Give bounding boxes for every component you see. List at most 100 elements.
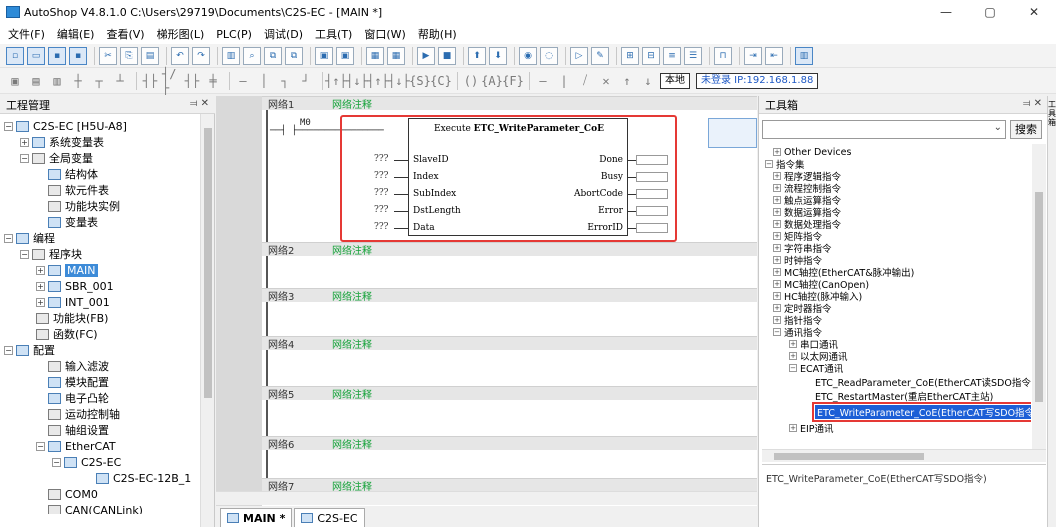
network-comment[interactable]: 网络注释 [332,242,372,257]
tree-item-system-vars[interactable]: + 系统变量表 [20,134,104,150]
vertical-line-icon[interactable]: │ [255,73,273,89]
tree-item-c2s-ec-12b[interactable]: C2S-EC-12B_1 [96,470,191,486]
collapse-icon[interactable]: − [765,160,773,168]
expand-icon[interactable]: + [789,424,797,432]
menu-view[interactable]: 查看(V) [106,26,144,42]
expand-icon[interactable]: + [773,208,781,216]
tree-item-module-config[interactable]: 模块配置 [48,374,109,390]
parallel-closed-icon[interactable]: ╪ [204,73,222,89]
collapse-icon[interactable]: − [773,328,781,336]
device-icon[interactable]: ⊓ [714,46,732,65]
list-icon[interactable]: ☰ [684,46,702,65]
save-all-icon[interactable]: ▪ [69,46,87,65]
left-scrollbar[interactable] [200,114,214,527]
collapse-icon[interactable]: − [4,121,13,131]
search-button[interactable]: 搜索 [1010,119,1042,139]
tree-item-fc[interactable]: 函数(FC) [36,326,98,342]
expand-icon[interactable]: + [773,148,781,156]
network-header[interactable]: 网络7 网络注释 [262,478,757,493]
toolbox-horizontal-scrollbar[interactable] [762,449,1046,462]
normally-open-icon[interactable]: ┤├ [141,73,159,89]
zoom-out-icon[interactable]: ⊟ [642,46,660,65]
stop-monitor-icon[interactable]: ◌ [540,46,558,65]
zoom-in-icon[interactable]: ⊞ [621,46,639,65]
forward-icon[interactable]: ▷ [570,46,588,65]
tree-item-config[interactable]: − 配置 [4,342,55,358]
expand-icon[interactable]: + [789,352,797,360]
scrollbar-thumb[interactable] [774,453,924,460]
tree-item-struct[interactable]: 结构体 [48,166,98,182]
close-button[interactable]: ✕ [1012,0,1056,24]
network-header[interactable]: 网络1 网络注释 [262,96,757,111]
tree-item-input-filter[interactable]: 输入滤波 [48,358,109,374]
tree-item-fb[interactable]: 功能块(FB) [36,310,108,326]
collapse-icon[interactable]: − [789,364,797,372]
local-connection-button[interactable]: 本地 [660,72,690,89]
collapse-icon[interactable]: − [4,345,13,355]
tree-item[interactable]: + EIP通讯 [789,422,834,435]
tree-item-global-vars[interactable]: − 全局变量 [20,150,93,166]
network-comment[interactable]: 网络注释 [332,336,372,351]
expand-icon[interactable]: + [773,172,781,180]
collapse-icon[interactable]: − [52,457,61,467]
delete-vline-icon[interactable]: ✕ [597,73,615,89]
tree-item[interactable]: ETC_RestartMaster(重启EtherCAT主站) [815,390,993,403]
list-mode-icon[interactable]: ▤ [27,73,45,89]
tree-item-can[interactable]: CAN(CANLink) [48,502,143,514]
set-icon[interactable]: {S} [409,73,431,89]
chevron-down-icon[interactable]: ⌄ [994,122,1002,133]
delete-icon[interactable]: ▥ [222,46,240,65]
output-coil-icon[interactable]: () [462,73,480,89]
panel-icon[interactable]: ▥ [795,46,813,65]
expand-icon[interactable]: + [773,304,781,312]
edit-mode-icon[interactable]: ✎ [591,46,609,65]
tab-main[interactable]: MAIN * [220,508,293,527]
tree-item-int[interactable]: + INT_001 [36,294,110,310]
sfc-mode-icon[interactable]: ▥ [48,73,66,89]
editor-horizontal-scrollbar[interactable] [216,491,757,505]
tree-item-project[interactable]: − C2S-EC [H5U-A8] [4,118,127,134]
network-comment[interactable]: 网络注释 [332,96,372,111]
tree-item-selected[interactable]: ETC_WriteParameter_CoE(EtherCAT写SDO指令) [812,402,1031,422]
tree-item-var-table[interactable]: 变量表 [48,214,98,230]
function-icon[interactable]: {F} [502,73,524,89]
download-plc-icon[interactable]: ⬇ [489,46,507,65]
expand-icon[interactable]: + [773,316,781,324]
connection-status[interactable]: 未登录 IP:192.168.1.88 [696,72,819,89]
network-config-icon[interactable]: ⧉ [285,46,303,65]
delete-hline-icon[interactable]: ⧸ [576,73,594,89]
network-header[interactable]: 网络6 网络注释 [262,436,757,451]
menu-edit[interactable]: 编辑(E) [57,26,95,42]
expand-icon[interactable]: + [20,137,29,147]
expand-icon[interactable]: + [36,265,45,275]
arrow-down-icon[interactable]: ↓ [639,73,657,89]
ladder-editor[interactable]: 网络1 网络注释 M0 ──┤ ├──────────────── Execute… [262,96,757,506]
coil-icon[interactable]: {C} [430,73,452,89]
menu-debug[interactable]: 调试(D) [264,26,303,42]
expand-icon[interactable]: + [773,220,781,228]
align-icon[interactable]: ≡ [663,46,681,65]
tree-item-c2s-ec[interactable]: − C2S-EC [52,454,121,470]
minimize-button[interactable]: — [924,0,968,24]
stop-icon[interactable]: ■ [438,46,456,65]
parallel-open-icon[interactable]: ┤├ [183,73,201,89]
network-icon[interactable]: ⧉ [264,46,282,65]
expand-icon[interactable]: + [36,281,45,291]
open-file-icon[interactable]: ▭ [27,46,45,65]
menu-ladder[interactable]: 梯形图(L) [157,26,205,42]
ladder-mode-icon[interactable]: ▣ [6,73,24,89]
undo-icon[interactable]: ↶ [171,46,189,65]
side-tab-toolbox[interactable]: 工具箱 [1048,100,1056,127]
redo-icon[interactable]: ↷ [192,46,210,65]
panel-pin-close-icon[interactable]: ⫤ ✕ [1023,98,1042,109]
function-block-icon[interactable]: {A} [481,73,503,89]
monitor-icon[interactable]: ◉ [519,46,537,65]
maximize-button[interactable]: ▢ [968,0,1012,24]
expand-icon[interactable]: + [773,256,781,264]
tree-item-motion-axis[interactable]: 运动控制轴 [48,406,120,422]
toolbox-vertical-scrollbar[interactable] [1032,144,1046,449]
menu-plc[interactable]: PLC(P) [216,28,252,41]
falling-parallel-icon[interactable]: ┤↓├ [388,73,410,89]
tree-item-sbr[interactable]: + SBR_001 [36,278,114,294]
network-header[interactable]: 网络4 网络注释 [262,336,757,351]
